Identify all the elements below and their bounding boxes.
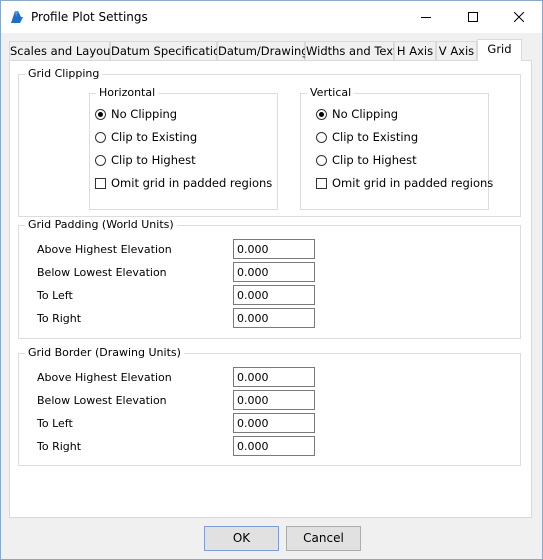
minimize-button[interactable] xyxy=(403,1,449,33)
radio-indicator xyxy=(316,154,327,166)
radio-label: No Clipping xyxy=(332,107,399,121)
tab-scales-and-layout[interactable]: Scales and Layout xyxy=(9,41,115,60)
border-to-right-label: To Right xyxy=(37,440,82,453)
padding-to-left-input[interactable] xyxy=(233,285,315,305)
radio-indicator xyxy=(316,131,327,143)
minimize-icon xyxy=(421,17,431,18)
group-legend: Grid Border (Drawing Units) xyxy=(25,346,184,359)
padding-above-highest-input[interactable] xyxy=(233,239,315,259)
close-icon xyxy=(514,12,524,22)
checkbox-indicator xyxy=(95,177,106,189)
padding-to-left-label: To Left xyxy=(37,289,73,302)
border-to-left-input[interactable] xyxy=(233,413,315,433)
window-title: Profile Plot Settings xyxy=(31,10,148,24)
dialog-window: Profile Plot Settings Scales and Layout … xyxy=(0,0,543,560)
horizontal-clipping-group: Horizontal No Clipping Clip to Existing … xyxy=(89,86,278,210)
grid-padding-group: Grid Padding (World Units) Above Highest… xyxy=(18,218,521,339)
checkbox-label: Omit grid in padded regions xyxy=(332,176,494,190)
vertical-clip-to-highest-radio[interactable]: Clip to Highest xyxy=(316,152,417,168)
radio-label: Clip to Existing xyxy=(111,130,198,144)
vertical-clipping-group: Vertical No Clipping Clip to Existing Cl… xyxy=(300,86,493,210)
padding-below-lowest-label: Below Lowest Elevation xyxy=(37,266,167,279)
padding-above-highest-label: Above Highest Elevation xyxy=(37,243,172,256)
tab-h-axis[interactable]: H Axis xyxy=(394,41,436,60)
padding-below-lowest-input[interactable] xyxy=(233,262,315,282)
radio-label: No Clipping xyxy=(111,107,178,121)
border-above-highest-input[interactable] xyxy=(233,367,315,387)
radio-indicator xyxy=(95,131,106,143)
border-to-right-input[interactable] xyxy=(233,436,315,456)
maximize-icon xyxy=(468,12,478,22)
title-bar: Profile Plot Settings xyxy=(1,1,542,33)
radio-indicator xyxy=(316,108,327,120)
grid-border-group: Grid Border (Drawing Units) Above Highes… xyxy=(18,346,521,466)
padding-to-right-input[interactable] xyxy=(233,308,315,328)
group-legend: Grid Clipping xyxy=(25,67,103,80)
close-button[interactable] xyxy=(496,1,542,33)
vertical-clip-to-existing-radio[interactable]: Clip to Existing xyxy=(316,129,418,145)
horizontal-clip-to-existing-radio[interactable]: Clip to Existing xyxy=(95,129,197,145)
tab-v-axis[interactable]: V Axis xyxy=(436,41,477,60)
group-legend: Horizontal xyxy=(96,86,159,99)
grid-clipping-group: Grid Clipping Horizontal No Clipping Cli… xyxy=(18,67,521,217)
maximize-button[interactable] xyxy=(450,1,496,33)
horizontal-clip-to-highest-radio[interactable]: Clip to Highest xyxy=(95,152,196,168)
border-above-highest-label: Above Highest Elevation xyxy=(37,371,172,384)
border-below-lowest-label: Below Lowest Elevation xyxy=(37,394,167,407)
border-to-left-label: To Left xyxy=(37,417,73,430)
ok-button[interactable]: OK xyxy=(204,526,279,551)
vertical-omit-grid-checkbox[interactable]: Omit grid in padded regions xyxy=(316,175,493,191)
radio-label: Clip to Highest xyxy=(332,153,417,167)
radio-label: Clip to Existing xyxy=(332,130,419,144)
vertical-no-clipping-radio[interactable]: No Clipping xyxy=(316,106,398,122)
app-logo-icon xyxy=(11,11,23,23)
group-legend: Vertical xyxy=(307,86,355,99)
radio-label: Clip to Highest xyxy=(111,153,196,167)
tab-datum-specification[interactable]: Datum Specification xyxy=(110,41,227,60)
checkbox-indicator xyxy=(316,177,327,189)
grid-tab-panel: Grid Clipping Horizontal No Clipping Cli… xyxy=(9,60,532,518)
tab-widths-and-text[interactable]: Widths and Text xyxy=(305,41,398,60)
padding-to-right-label: To Right xyxy=(37,312,82,325)
horizontal-omit-grid-checkbox[interactable]: Omit grid in padded regions xyxy=(95,175,272,191)
cancel-button[interactable]: Cancel xyxy=(286,526,361,551)
tab-grid[interactable]: Grid xyxy=(477,39,522,61)
horizontal-no-clipping-radio[interactable]: No Clipping xyxy=(95,106,177,122)
radio-indicator xyxy=(95,108,106,120)
checkbox-label: Omit grid in padded regions xyxy=(111,176,273,190)
border-below-lowest-input[interactable] xyxy=(233,390,315,410)
tab-datum-drawing[interactable]: Datum/Drawing xyxy=(217,41,309,60)
group-legend: Grid Padding (World Units) xyxy=(25,218,177,231)
radio-indicator xyxy=(95,154,106,166)
